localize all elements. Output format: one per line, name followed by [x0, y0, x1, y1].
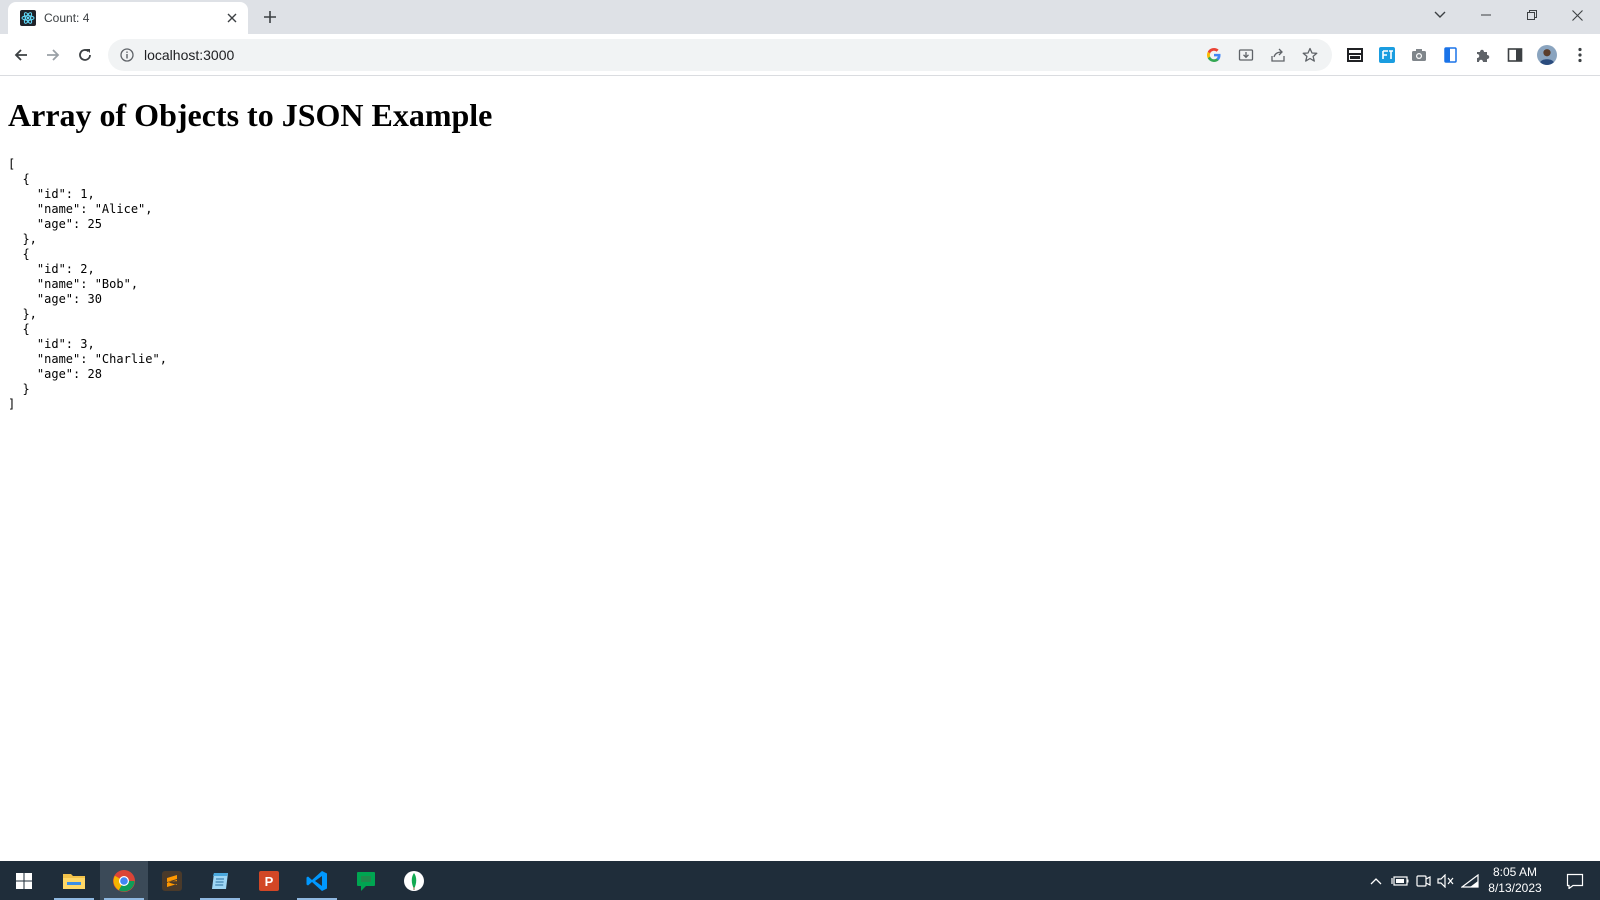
install-icon[interactable]: [1236, 45, 1256, 65]
minimize-icon[interactable]: [1463, 0, 1509, 30]
bookmark-star-icon[interactable]: [1300, 45, 1320, 65]
camera-extension-icon[interactable]: [1409, 45, 1429, 65]
sublime-text-icon[interactable]: [148, 861, 196, 900]
notification-center-icon[interactable]: [1558, 861, 1592, 900]
clock-date: 8/13/2023: [1488, 881, 1542, 895]
system-clock[interactable]: 8:05 AM 8/13/2023: [1480, 864, 1550, 896]
show-hidden-icons-icon[interactable]: [1366, 861, 1386, 900]
tab-title: Count: 4: [44, 11, 90, 25]
page-heading: Array of Objects to JSON Example: [8, 97, 493, 133]
doc-extension-icon[interactable]: [1441, 45, 1461, 65]
site-info-icon[interactable]: [119, 47, 135, 63]
address-bar[interactable]: localhost:3000: [108, 39, 1332, 71]
browser-toolbar: localhost:3000: [0, 34, 1600, 76]
tab-search-icon[interactable]: [1417, 0, 1463, 30]
close-tab-icon[interactable]: [222, 8, 242, 28]
react-icon: [20, 10, 36, 26]
restore-icon[interactable]: [1509, 0, 1555, 30]
google-icon[interactable]: [1204, 45, 1224, 65]
chat-app-icon[interactable]: [342, 861, 390, 900]
reload-icon[interactable]: [73, 43, 97, 67]
tab-strip: Count: 4: [0, 0, 1600, 34]
mongodb-compass-icon[interactable]: [390, 861, 438, 900]
file-explorer-icon[interactable]: [50, 861, 98, 900]
share-icon[interactable]: [1268, 45, 1288, 65]
ft-extension-icon[interactable]: [1377, 45, 1397, 65]
profile-avatar[interactable]: [1537, 45, 1557, 65]
new-tab-icon[interactable]: [260, 7, 280, 27]
news-extension-icon[interactable]: [1345, 45, 1365, 65]
url-text[interactable]: localhost:3000: [144, 47, 1204, 63]
wifi-icon[interactable]: [1459, 861, 1481, 900]
browser-tab[interactable]: Count: 4: [8, 2, 248, 34]
extensions-puzzle-icon[interactable]: [1473, 45, 1493, 65]
forward-icon[interactable]: [41, 43, 65, 67]
side-panel-icon[interactable]: [1505, 45, 1525, 65]
back-icon[interactable]: [9, 43, 33, 67]
battery-icon[interactable]: [1389, 861, 1411, 900]
page-content: Array of Objects to JSON Example [ { "id…: [0, 77, 1600, 861]
start-windows-icon[interactable]: [0, 861, 48, 900]
powerpoint-icon[interactable]: P: [245, 861, 293, 900]
meet-now-icon[interactable]: [1413, 861, 1433, 900]
windows-taskbar: P 8:05 AM 8/13/2023: [0, 861, 1600, 900]
kebab-menu-icon[interactable]: [1570, 45, 1590, 65]
chrome-icon[interactable]: [100, 861, 148, 900]
volume-muted-icon[interactable]: [1435, 861, 1457, 900]
close-window-icon[interactable]: [1554, 0, 1600, 30]
vscode-icon[interactable]: [293, 861, 341, 900]
json-output: [ { "id": 1, "name": "Alice", "age": 25 …: [8, 157, 167, 411]
notepad-icon[interactable]: [196, 861, 244, 900]
svg-text:P: P: [265, 874, 274, 889]
clock-time: 8:05 AM: [1492, 865, 1538, 879]
